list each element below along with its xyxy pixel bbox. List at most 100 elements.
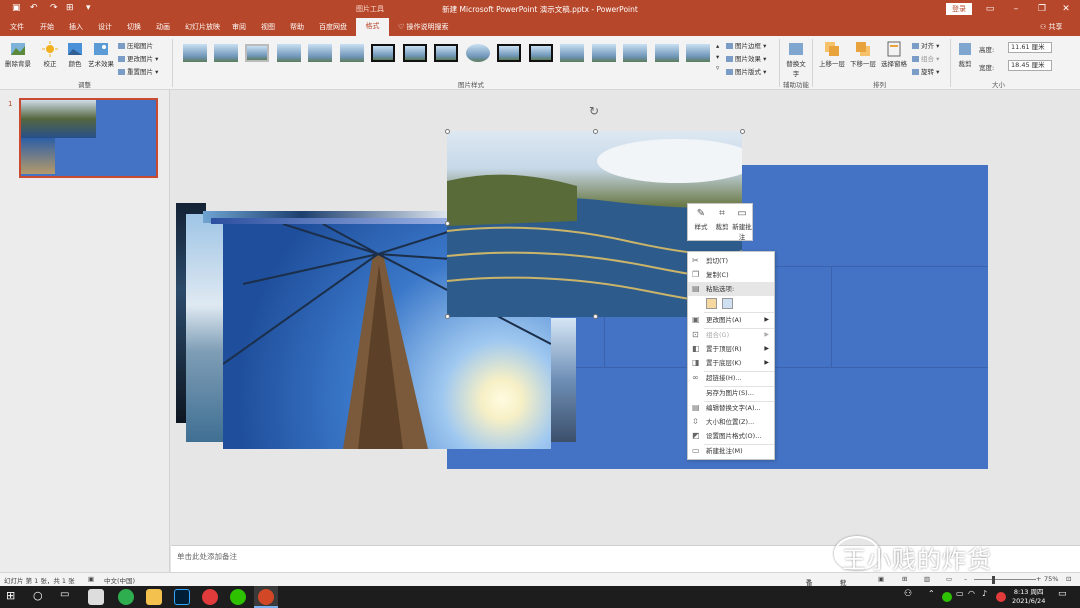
slide-sorter-icon[interactable]: ⊞ [902,575,907,583]
rotate-handle-icon[interactable]: ↻ [589,104,599,118]
customize-qat-icon[interactable]: ⊞ [66,3,74,13]
input-method-icon[interactable] [996,592,1006,602]
search-icon[interactable]: ○ [33,589,49,605]
people-icon[interactable]: ⚇ [904,589,920,605]
menu-group[interactable]: ⊡ 组合(G) ▶ [688,328,774,342]
tab-help[interactable]: 帮助 [290,22,304,32]
menu-new-comment[interactable]: ▭ 新建批注(M) [688,444,774,458]
rotate-button[interactable]: 旋转 ▾ [912,66,939,76]
menu-save-as-picture[interactable]: 另存为图片(S)... [688,386,774,400]
resize-handle[interactable] [445,129,450,134]
picture-style-9[interactable] [434,44,458,62]
remove-background-button[interactable]: 删除背景 [4,41,32,68]
picture-style-8[interactable] [403,44,427,62]
reading-view-icon[interactable]: ▥ [924,575,930,583]
color-button[interactable]: 颜色 [63,41,87,68]
menu-size-position[interactable]: ⇳ 大小和位置(Z)... [688,415,774,429]
change-picture-button[interactable]: 更改图片 ▾ [118,53,158,63]
width-input[interactable]: 18.45 厘米 [1008,60,1052,71]
normal-view-icon[interactable]: ▣ [878,575,884,583]
picture-style-11[interactable] [497,44,521,62]
menu-bring-to-front[interactable]: ◧ 置于顶层(R) ▶ [688,342,774,356]
clock[interactable]: 8:13 周四 2021/6/24 [1012,588,1045,606]
picture-style-15[interactable] [623,44,647,62]
picture-style-10[interactable] [466,44,490,62]
resize-handle[interactable] [593,314,598,319]
send-backward-button[interactable]: 下移一层 [848,41,878,68]
alt-text-button[interactable]: 替换文字 [784,41,808,78]
reset-picture-button[interactable]: 重置图片 ▾ [118,66,158,76]
paste-keep-icon[interactable] [706,298,717,309]
group-button[interactable]: 组合 ▾ [912,53,939,63]
align-button[interactable]: 对齐 ▾ [912,40,939,50]
picture-style-12[interactable] [529,44,553,62]
menu-send-to-back[interactable]: ◨ 置于底层(K) ▶ [688,356,774,370]
picture-border-button[interactable]: 图片边框 ▾ [726,40,766,50]
compress-pictures-button[interactable]: 压缩图片 [118,40,153,50]
slide-thumbnail[interactable] [19,98,158,178]
tab-home[interactable]: 开始 [40,22,54,32]
menu-change-picture[interactable]: ▣ 更改图片(A) ▶ [688,313,774,327]
height-input[interactable]: 11.61 厘米 [1008,42,1052,53]
login-button[interactable]: 登录 [946,3,972,15]
resize-handle[interactable] [593,129,598,134]
selection-pane-button[interactable]: 选择窗格 [879,41,909,68]
ribbon-options-icon[interactable]: ▭ [982,2,998,16]
fit-slide-icon[interactable]: ⊡ [1066,575,1071,583]
picture-style-2[interactable] [214,44,238,62]
redo-icon[interactable]: ↷ [50,3,58,13]
resize-handle[interactable] [740,129,745,134]
corrections-button[interactable]: 校正 [38,41,62,68]
zoom-slider[interactable] [974,579,1036,580]
tell-me-search[interactable]: ♡ 操作说明搜索 [398,22,449,32]
picture-style-3[interactable] [245,44,269,62]
tab-insert[interactable]: 插入 [69,22,83,32]
picture-style-7[interactable] [371,44,395,62]
spellcheck-icon[interactable]: ▣ [88,575,94,583]
mini-crop-button[interactable]: ⌗ 裁剪 [712,208,732,231]
resize-handle[interactable] [445,221,450,226]
crop-button[interactable]: 裁剪 [954,41,976,68]
menu-cut[interactable]: ✂ 剪切(T) [688,254,774,268]
picture-style-13[interactable] [560,44,584,62]
qat-dropdown-icon[interactable]: ▾ [86,3,91,13]
picture-style-4[interactable] [277,44,301,62]
browser-icon[interactable] [118,589,134,605]
menu-hyperlink[interactable]: ∞ 超链接(H)... [688,371,774,385]
gallery-scroll-down-icon[interactable]: ▾ [716,53,719,61]
tab-animations[interactable]: 动画 [156,22,170,32]
close-icon[interactable]: ✕ [1058,2,1074,16]
menu-copy[interactable]: ❐ 复制(C) [688,268,774,282]
menu-alt-text[interactable]: ▤ 编辑替换文字(A)... [688,401,774,415]
picture-layout-button[interactable]: 图片版式 ▾ [726,66,766,76]
tab-baidu[interactable]: 百度网盘 [319,22,347,32]
tab-design[interactable]: 设计 [98,22,112,32]
tab-format[interactable]: 格式 [356,18,389,36]
tab-file[interactable]: 文件 [10,22,24,32]
bring-forward-button[interactable]: 上移一层 [817,41,847,68]
picture-effects-button[interactable]: 图片效果 ▾ [726,53,766,63]
powerpoint-taskbar-button[interactable] [254,586,278,608]
zoom-in-icon[interactable]: + [1036,575,1041,583]
restore-icon[interactable]: ❐ [1034,2,1050,16]
gallery-more-icon[interactable]: ▿ [716,64,719,72]
tab-transitions[interactable]: 切换 [127,22,141,32]
zoom-slider-thumb[interactable] [992,576,995,584]
picture-style-1[interactable] [183,44,207,62]
picture-style-5[interactable] [308,44,332,62]
wechat-tray-icon[interactable] [942,592,952,602]
notification-icon[interactable]: ▭ [1058,589,1074,605]
mini-new-comment-button[interactable]: ▭ 新建批注 [732,208,752,241]
picture-style-17[interactable] [686,44,710,62]
wechat-icon[interactable] [230,589,246,605]
minimize-icon[interactable]: – [1008,2,1024,16]
save-icon[interactable]: ▣ [12,3,21,13]
undo-icon[interactable]: ↶ [30,3,38,13]
file-explorer-icon[interactable] [146,589,162,605]
gallery-scroll-up-icon[interactable]: ▴ [716,42,719,50]
slide-thumbnail-pane[interactable]: 1 [0,90,170,572]
windows-start-icon[interactable]: ⊞ [6,589,22,605]
mini-style-button[interactable]: ✎ 样式 [691,208,711,231]
paste-picture-icon[interactable] [722,298,733,309]
picture-style-6[interactable] [340,44,364,62]
